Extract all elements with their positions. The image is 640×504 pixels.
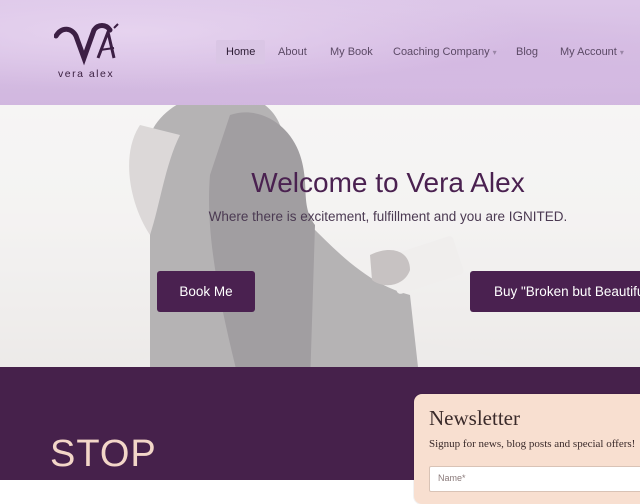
logo-text: vera alex: [58, 68, 115, 80]
stop-heading: STOP: [50, 433, 157, 475]
nav-my-book[interactable]: My Book: [330, 40, 373, 64]
nav-coaching-company-label: Coaching Company: [393, 46, 490, 58]
chevron-down-icon: ▾: [619, 48, 624, 57]
newsletter-title: Newsletter: [429, 406, 520, 430]
nav-my-account[interactable]: My Account ▾: [560, 40, 624, 64]
intro-section: STOP Newsletter Signup for news, blog po…: [0, 367, 640, 504]
nav-my-account-label: My Account: [560, 46, 617, 58]
hero-subtitle: Where there is excitement, fulfillment a…: [208, 209, 568, 224]
book-me-button[interactable]: Book Me: [157, 271, 255, 312]
buy-book-button[interactable]: Buy "Broken but Beautiful: [470, 271, 640, 312]
nav-coaching-company[interactable]: Coaching Company ▾: [393, 40, 497, 64]
site-logo[interactable]: vera alex: [52, 22, 124, 84]
site-header: vera alex Home About My Book Coaching Co…: [0, 0, 640, 105]
nav-home[interactable]: Home: [216, 40, 266, 64]
newsletter-name-input[interactable]: Name*: [429, 466, 640, 492]
nav-blog[interactable]: Blog: [516, 40, 538, 64]
hero-overlay: [0, 105, 640, 367]
newsletter-description: Signup for news, blog posts and special …: [429, 438, 636, 450]
newsletter-widget: Newsletter Signup for news, blog posts a…: [414, 394, 640, 504]
nav-about[interactable]: About: [278, 40, 307, 64]
hero-section: Welcome to Vera Alex Where there is exci…: [0, 105, 640, 367]
chevron-down-icon: ▾: [492, 48, 497, 57]
logo-monogram-icon: [54, 23, 119, 66]
hero-title: Welcome to Vera Alex: [251, 167, 525, 198]
